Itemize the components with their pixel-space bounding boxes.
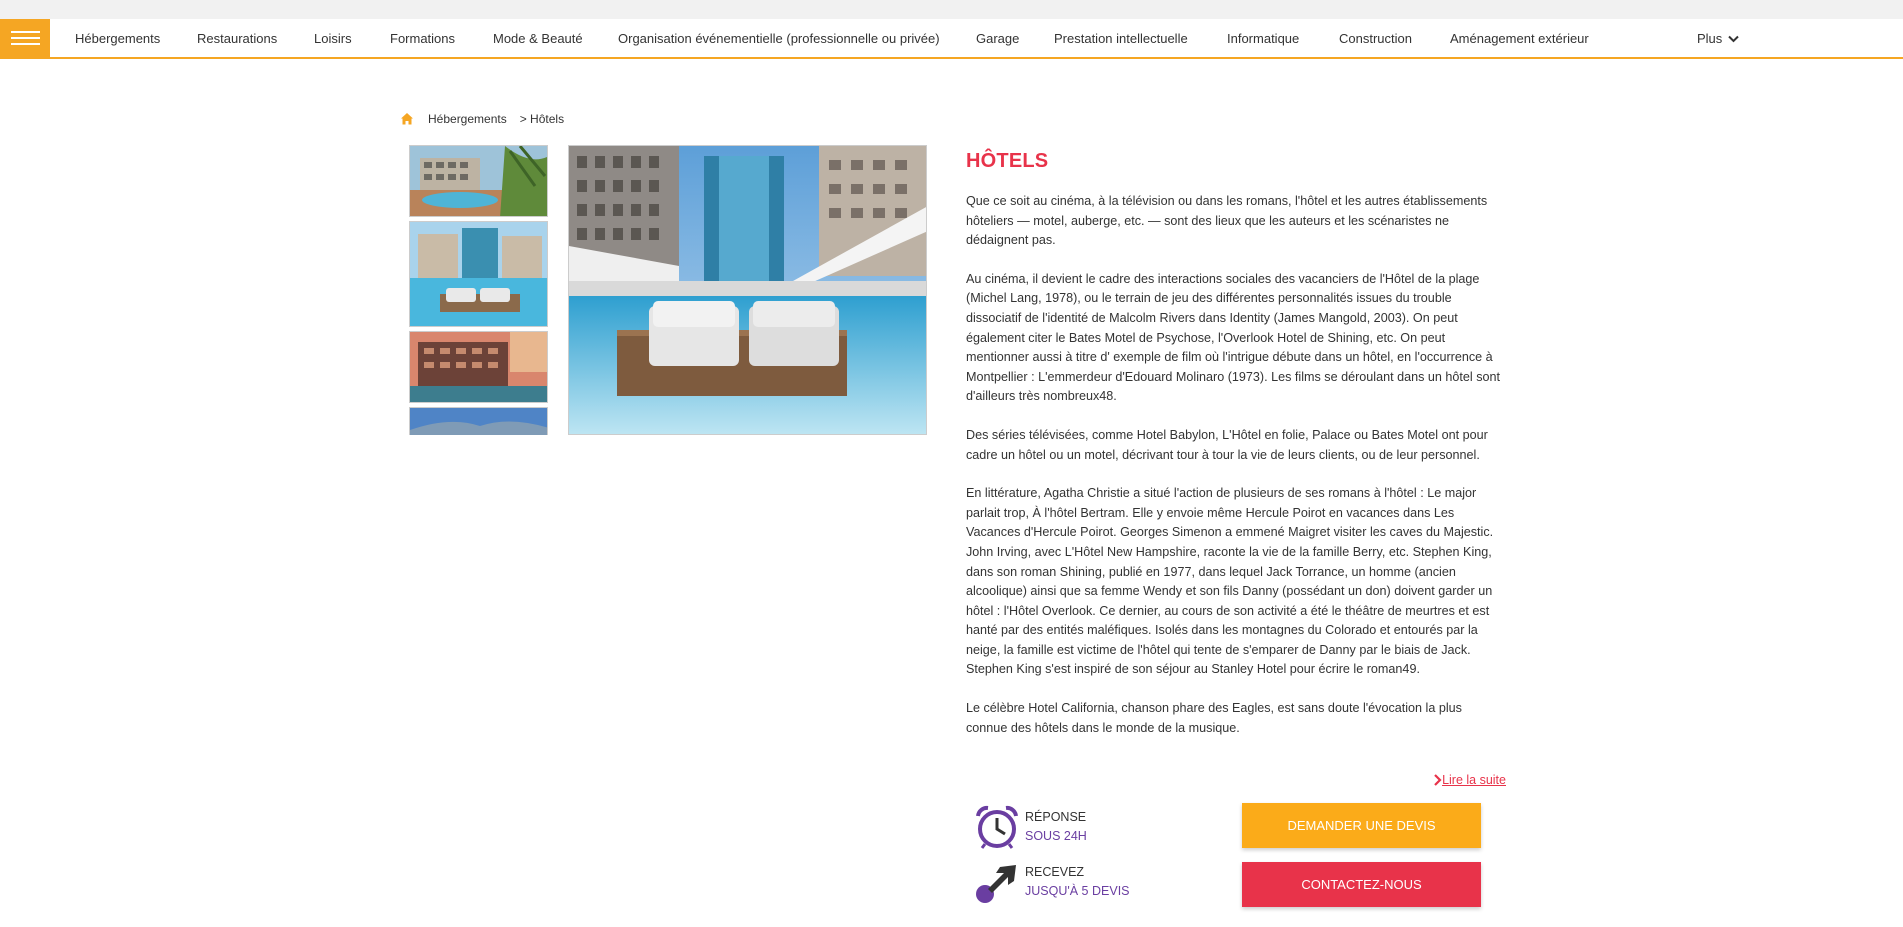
nav-item-amenagement-exterieur[interactable]: Aménagement extérieur	[1450, 19, 1589, 58]
feature-response-line1: RÉPONSE	[1025, 810, 1087, 824]
nav-item-prestation-intellectuelle[interactable]: Prestation intellectuelle	[1054, 19, 1188, 58]
thumbnail-3[interactable]	[409, 331, 548, 403]
feature-quotes: RECEVEZ JUSQU'À 5 DEVIS	[974, 859, 1130, 905]
article-paragraph-2: Au cinéma, il devient le cadre des inter…	[966, 271, 1501, 404]
main-hotel-image[interactable]	[568, 145, 927, 435]
home-icon[interactable]	[400, 112, 414, 126]
nav-item-mode-beaute[interactable]: Mode & Beauté	[493, 19, 583, 58]
thumbnail-2[interactable]	[409, 221, 548, 327]
nav-item-organisation-evenementielle[interactable]: Organisation événementielle (professionn…	[618, 19, 940, 58]
breadcrumb: Hébergements > Hôtels	[400, 110, 564, 128]
page-title: HÔTELS	[966, 150, 1049, 172]
read-more-link[interactable]: Lire la suite	[1433, 773, 1506, 787]
read-more: Lire la suite	[966, 773, 1506, 789]
nav-item-restaurations[interactable]: Restaurations	[197, 19, 277, 58]
nav-item-hebergements[interactable]: Hébergements	[75, 19, 160, 58]
feature-response: RÉPONSE SOUS 24H	[974, 804, 1087, 850]
request-quote-button[interactable]: DEMANDER UNE DEVIS	[1242, 803, 1481, 848]
breadcrumb-current: > Hôtels	[519, 112, 565, 126]
nav-item-informatique[interactable]: Informatique	[1227, 19, 1299, 58]
article-paragraph-3: Des séries télévisées, comme Hotel Babyl…	[966, 427, 1488, 462]
article-paragraph-1: Que ce soit au cinéma, à la télévision o…	[966, 194, 1488, 248]
arrow-icon	[976, 865, 1016, 903]
thumbnail-4[interactable]	[409, 407, 548, 435]
thumbnail-gallery	[409, 145, 548, 435]
feature-response-line2: SOUS 24H	[1025, 829, 1087, 843]
feature-quotes-line1: RECEVEZ	[1025, 865, 1085, 879]
read-more-label: Lire la suite	[1442, 773, 1506, 787]
article-content: HÔTELS Que ce soit au cinéma, à la télév…	[966, 145, 1506, 738]
nav-more-button[interactable]: Plus	[1697, 19, 1740, 58]
feature-quotes-line2: JUSQU'À 5 DEVIS	[1025, 884, 1130, 898]
top-strip	[0, 0, 1903, 19]
chevron-right-icon	[1434, 774, 1442, 786]
nav-item-loisirs[interactable]: Loisirs	[314, 19, 352, 58]
nav-item-garage[interactable]: Garage	[976, 19, 1019, 58]
breadcrumb-parent-link[interactable]: Hébergements	[428, 112, 507, 126]
thumbnail-1[interactable]	[409, 145, 548, 217]
alarm-clock-icon	[976, 805, 1018, 849]
article-paragraph-4: En littérature, Agatha Christie a situé …	[966, 486, 1494, 677]
menu-icon[interactable]	[0, 19, 50, 58]
article-paragraph-5: Le célèbre Hotel California, chanson pha…	[966, 701, 1462, 735]
nav-more-label: Plus	[1697, 31, 1723, 46]
category-navbar: Hébergements Restaurations Loisirs Forma…	[0, 19, 1903, 59]
contact-us-button[interactable]: CONTACTEZ-NOUS	[1242, 862, 1481, 907]
chevron-down-icon	[1728, 35, 1740, 42]
nav-item-construction[interactable]: Construction	[1339, 19, 1412, 58]
nav-item-formations[interactable]: Formations	[390, 19, 455, 58]
